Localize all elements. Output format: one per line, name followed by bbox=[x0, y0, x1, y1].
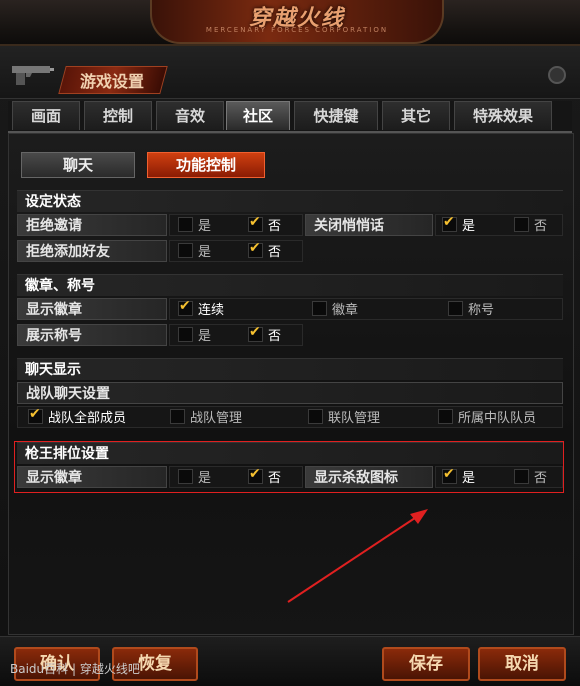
show-title-label: 展示称号 bbox=[17, 324, 167, 346]
option-label: 否 bbox=[534, 219, 548, 234]
row-clan-chat-options: 战队全部成员 战队管理 联队管理 所属中队队员 bbox=[17, 405, 563, 428]
refuse-invite-label: 拒绝邀请 bbox=[17, 214, 167, 236]
checkbox[interactable] bbox=[178, 217, 193, 232]
option-label: 战队全部成员 bbox=[48, 411, 127, 426]
community-panel: 聊天 功能控制 设定状态 拒绝邀请 是 否 关闭悄悄话 是 否 拒绝添加好友 是… bbox=[8, 133, 574, 635]
option-label: 战队管理 bbox=[190, 411, 243, 426]
tab-graphics[interactable]: 画面 bbox=[12, 101, 80, 130]
show-title-options: 是 否 bbox=[169, 323, 303, 346]
show-badge-continuous[interactable]: 连续 bbox=[178, 297, 225, 319]
checkbox[interactable] bbox=[178, 243, 193, 258]
game-banner: 穿越火线 MERCENARY FORCES CORPORATION bbox=[0, 0, 580, 46]
row-show-badge: 显示徽章 连续 徽章 称号 bbox=[17, 297, 563, 320]
section-chat-display-title: 聊天显示 bbox=[17, 358, 563, 380]
refuse-friend-no[interactable]: 否 bbox=[248, 239, 282, 261]
tab-community[interactable]: 社区 bbox=[226, 101, 290, 130]
clan-chat-alliance-admin[interactable]: 联队管理 bbox=[308, 409, 380, 427]
checkbox[interactable] bbox=[178, 327, 193, 342]
checkbox[interactable] bbox=[438, 409, 453, 424]
checkbox-checked[interactable] bbox=[248, 239, 263, 258]
refuse-friend-label: 拒绝添加好友 bbox=[17, 240, 167, 262]
tab-shortcuts[interactable]: 快捷键 bbox=[294, 101, 378, 130]
checkbox[interactable] bbox=[514, 217, 529, 232]
refuse-friend-yes[interactable]: 是 bbox=[178, 243, 211, 261]
clan-chat-label: 战队聊天设置 bbox=[17, 382, 563, 404]
option-label: 所属中队队员 bbox=[458, 411, 537, 426]
show-badge-label: 显示徽章 bbox=[17, 298, 167, 320]
checkbox-checked[interactable] bbox=[28, 405, 43, 424]
clan-chat-all-members[interactable]: 战队全部成员 bbox=[28, 405, 127, 427]
page-title: 游戏设置 bbox=[80, 72, 145, 91]
tab-other[interactable]: 其它 bbox=[382, 101, 450, 130]
red-highlight-box bbox=[14, 441, 564, 493]
tab-special-effects[interactable]: 特殊效果 bbox=[454, 101, 552, 130]
checkbox[interactable] bbox=[308, 409, 323, 424]
game-logo: 穿越火线 MERCENARY FORCES CORPORATION bbox=[150, 0, 444, 44]
option-label: 否 bbox=[268, 219, 282, 234]
row-refuse-friend: 拒绝添加好友 是 否 bbox=[17, 239, 563, 262]
section-status-title: 设定状态 bbox=[17, 190, 563, 212]
close-whisper-no[interactable]: 否 bbox=[514, 217, 547, 235]
option-label: 称号 bbox=[468, 303, 495, 318]
checkbox-checked[interactable] bbox=[178, 297, 193, 316]
logo-subtitle: MERCENARY FORCES CORPORATION bbox=[205, 26, 389, 34]
refuse-friend-options: 是 否 bbox=[169, 239, 303, 262]
function-control-subtab[interactable]: 功能控制 bbox=[147, 152, 265, 178]
checkbox[interactable] bbox=[170, 409, 185, 424]
checkbox-checked[interactable] bbox=[248, 323, 263, 342]
close-whisper-options: 是 否 bbox=[435, 213, 563, 236]
knob-icon bbox=[548, 66, 566, 84]
option-label: 是 bbox=[462, 219, 476, 234]
close-whisper-yes[interactable]: 是 bbox=[442, 213, 476, 235]
show-badge-title[interactable]: 称号 bbox=[448, 301, 494, 319]
pistol-icon bbox=[12, 66, 54, 85]
option-label: 是 bbox=[198, 245, 212, 260]
option-label: 否 bbox=[268, 329, 282, 344]
clan-chat-clan-admin[interactable]: 战队管理 bbox=[170, 409, 242, 427]
option-label: 否 bbox=[268, 245, 282, 260]
show-title-yes[interactable]: 是 bbox=[178, 327, 211, 345]
option-label: 是 bbox=[198, 329, 212, 344]
settings-header: 游戏设置 bbox=[0, 46, 580, 99]
settings-window: 穿越火线 MERCENARY FORCES CORPORATION 游戏设置 画… bbox=[0, 0, 580, 686]
checkbox[interactable] bbox=[312, 301, 327, 316]
clan-chat-squad-members[interactable]: 所属中队队员 bbox=[438, 409, 536, 427]
checkbox-checked[interactable] bbox=[248, 213, 263, 232]
option-label: 连续 bbox=[198, 303, 225, 318]
option-label: 联队管理 bbox=[328, 411, 381, 426]
show-badge-options: 连续 徽章 称号 bbox=[169, 297, 563, 320]
refuse-invite-yes[interactable]: 是 bbox=[178, 217, 211, 235]
section-badge-title: 徽章、称号 bbox=[17, 274, 563, 296]
row-refuse-invite: 拒绝邀请 是 否 关闭悄悄话 是 否 bbox=[17, 213, 563, 236]
checkbox-checked[interactable] bbox=[442, 213, 457, 232]
cancel-button[interactable]: 取消 bbox=[478, 647, 566, 681]
row-clan-chat-label: 战队聊天设置 bbox=[17, 382, 563, 404]
tab-controls[interactable]: 控制 bbox=[84, 101, 152, 130]
refuse-invite-options: 是 否 bbox=[169, 213, 303, 236]
option-label: 徽章 bbox=[332, 303, 359, 318]
save-button[interactable]: 保存 bbox=[382, 647, 470, 681]
row-show-title: 展示称号 是 否 bbox=[17, 323, 563, 346]
watermark: Baidu百科 | 穿越火线吧 bbox=[10, 662, 140, 676]
show-badge-badge[interactable]: 徽章 bbox=[312, 301, 358, 319]
option-label: 是 bbox=[198, 219, 212, 234]
clan-chat-options: 战队全部成员 战队管理 联队管理 所属中队队员 bbox=[17, 405, 563, 428]
chat-subtab[interactable]: 聊天 bbox=[21, 152, 135, 178]
close-whisper-label: 关闭悄悄话 bbox=[305, 214, 433, 236]
tab-bar: 画面 控制 音效 社区 快捷键 其它 特殊效果 bbox=[8, 101, 572, 133]
tab-sound[interactable]: 音效 bbox=[156, 101, 224, 130]
refuse-invite-no[interactable]: 否 bbox=[248, 213, 282, 235]
checkbox[interactable] bbox=[448, 301, 463, 316]
show-title-no[interactable]: 否 bbox=[248, 323, 282, 345]
